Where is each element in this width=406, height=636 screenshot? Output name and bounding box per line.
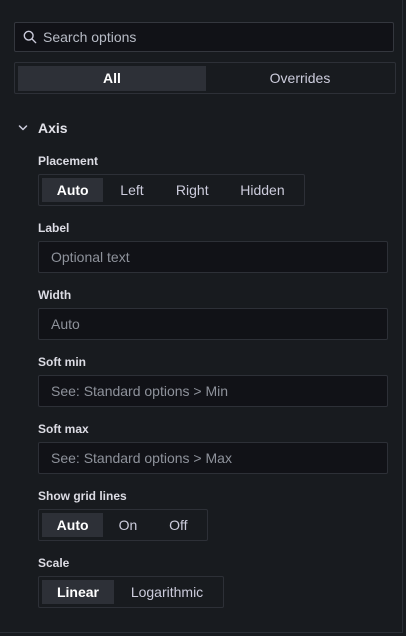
soft-min-label: Soft min [38,355,86,369]
placement-option-hidden[interactable]: Hidden [224,178,301,202]
grid-lines-label: Show grid lines [38,489,127,503]
scale-option-logarithmic[interactable]: Logarithmic [114,580,220,604]
section-title: Axis [38,120,68,136]
width-field-label: Width [38,288,72,302]
search-input[interactable] [43,29,373,45]
chevron-down-icon [18,125,28,131]
scale-option-linear[interactable]: Linear [42,580,114,604]
options-pane: All Overrides Axis Placement Auto Left R… [0,0,403,633]
soft-max-label: Soft max [38,422,89,436]
search-icon [23,30,37,44]
placement-option-left[interactable]: Left [103,178,160,202]
soft-min-input[interactable] [38,375,388,407]
placement-option-right[interactable]: Right [161,178,224,202]
soft-max-input[interactable] [38,442,388,474]
scale-label: Scale [38,556,70,570]
search-box[interactable] [14,22,394,52]
placement-label: Placement [38,154,99,168]
grid-lines-option-off[interactable]: Off [153,513,204,537]
grid-lines-option-on[interactable]: On [103,513,152,537]
tab-overrides[interactable]: Overrides [207,66,393,91]
grid-lines-option-auto[interactable]: Auto [42,513,104,537]
section-header-axis[interactable]: Axis [18,118,68,138]
placement-option-auto[interactable]: Auto [42,178,104,202]
label-input[interactable] [38,241,388,273]
label-field-label: Label [38,221,70,235]
tab-all[interactable]: All [18,66,206,91]
options-filter-toggle: All Overrides [14,62,396,94]
width-input[interactable] [38,308,388,340]
placement-radio-group: Auto Left Right Hidden [38,174,305,206]
grid-lines-radio-group: Auto On Off [38,509,208,541]
scale-radio-group: Linear Logarithmic [38,576,224,608]
